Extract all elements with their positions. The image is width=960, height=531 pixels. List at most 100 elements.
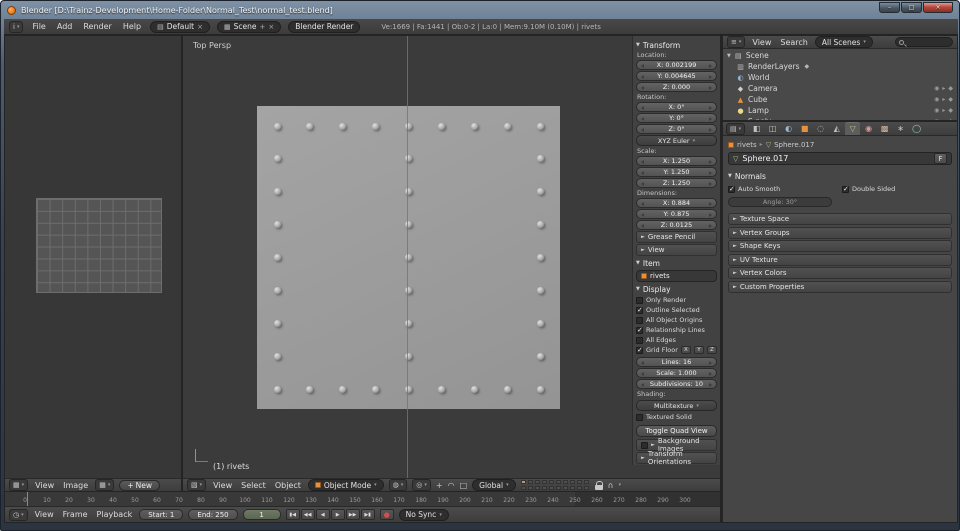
number-field-z[interactable]: Z: 0°: [636, 124, 717, 134]
layer-toggle-4[interactable]: [542, 480, 547, 484]
toggle-all-object-origins[interactable]: All Object Origins: [636, 315, 717, 325]
pivot-dropdown[interactable]: ◎▾: [412, 479, 431, 491]
menu-add[interactable]: Add: [55, 22, 75, 31]
current-frame-marker[interactable]: [27, 492, 28, 506]
tab-particles[interactable]: ∗: [893, 122, 908, 135]
tab-object-data[interactable]: ▽: [845, 122, 860, 135]
axis-toggle-z[interactable]: Z: [707, 346, 717, 354]
manipulator-scale-icon[interactable]: □: [460, 481, 468, 490]
panel-custom-properties[interactable]: ►Custom Properties: [728, 281, 952, 293]
number-field-z[interactable]: Z: 0.0125: [636, 220, 717, 230]
toggle-grid-floor[interactable]: Grid FloorXYZ: [636, 345, 717, 355]
toggle-only-render[interactable]: Only Render: [636, 295, 717, 305]
menu-file[interactable]: File: [30, 22, 47, 31]
select-toggle-icon[interactable]: ▸: [942, 85, 945, 92]
render-toggle-icon[interactable]: ◆: [948, 85, 953, 92]
panel-transform-orientations[interactable]: ►Transform Orientations: [636, 452, 717, 464]
layer-toggle-8[interactable]: [570, 480, 575, 484]
new-image-button[interactable]: +New: [119, 480, 160, 491]
viewport-3d[interactable]: Top Persp (1) rivets ▼Transform Location…: [183, 36, 720, 478]
number-field-scale[interactable]: Scale: 1.000: [636, 368, 717, 378]
menu-view[interactable]: View: [33, 481, 56, 490]
layer-toggle-1[interactable]: [521, 480, 526, 484]
outliner-item-lamp[interactable]: ●Lamp◉▸◆: [723, 105, 957, 116]
current-frame-field[interactable]: 1: [243, 509, 281, 520]
checkbox[interactable]: [641, 442, 648, 449]
sync-mode-dropdown[interactable]: No Sync▾: [399, 509, 449, 521]
toggle-outline-selected[interactable]: Outline Selected: [636, 305, 717, 315]
menu-help[interactable]: Help: [121, 22, 143, 31]
editor-type-button-info[interactable]: i▾: [9, 21, 23, 33]
checkbox[interactable]: [842, 186, 849, 193]
manipulator-translate-icon[interactable]: +: [436, 481, 443, 490]
number-field-y[interactable]: Y: 0.004645: [636, 71, 717, 81]
number-field-x[interactable]: X: 0.884: [636, 198, 717, 208]
shading-mode-dropdown[interactable]: Multitexture▾: [636, 400, 717, 411]
lock-icon[interactable]: [595, 481, 603, 490]
toggle-relationship-lines[interactable]: Relationship Lines: [636, 325, 717, 335]
hide-toggle-icon[interactable]: ◉: [934, 85, 939, 92]
outliner-item-s-poly[interactable]: ▲S-poly◉▸◆: [723, 116, 957, 120]
image-browse-button[interactable]: ▦▾: [95, 479, 114, 491]
number-field-z[interactable]: Z: 1.250: [636, 178, 717, 188]
outliner-item-world[interactable]: ◐World: [723, 72, 957, 83]
panel-vertex-colors[interactable]: ►Vertex Colors: [728, 267, 952, 279]
menu-search[interactable]: Search: [778, 38, 809, 47]
mode-dropdown[interactable]: Object Mode▾: [308, 479, 384, 491]
layer-toggle-17[interactable]: [563, 486, 568, 490]
tab-scene[interactable]: ◫: [765, 122, 780, 135]
number-field-x[interactable]: X: 0.002199: [636, 60, 717, 70]
layer-toggle-7[interactable]: [563, 480, 568, 484]
add-scene-icon[interactable]: +: [260, 23, 266, 31]
checkbox[interactable]: [636, 414, 643, 421]
tab-render[interactable]: ◧: [749, 122, 764, 135]
timeline-ruler[interactable]: 0102030405060708090100110120130140150160…: [5, 492, 720, 507]
jump-start-button[interactable]: ▮◀: [286, 509, 300, 520]
menu-view[interactable]: View: [211, 481, 234, 490]
tab-object[interactable]: ■: [797, 122, 812, 135]
screen-layout-selector[interactable]: ▤ Default ×: [150, 21, 210, 33]
tab-physics[interactable]: ◯: [909, 122, 924, 135]
number-field-y[interactable]: Y: 1.250: [636, 167, 717, 177]
select-toggle-icon[interactable]: ▸: [942, 107, 945, 114]
number-field-x[interactable]: X: 0°: [636, 102, 717, 112]
expand-icon[interactable]: ▼: [727, 53, 731, 59]
select-toggle-icon[interactable]: ▸: [942, 118, 945, 120]
tab-constraints[interactable]: ◌: [813, 122, 828, 135]
toggle-double-sided[interactable]: Double Sided: [842, 184, 952, 194]
tab-world[interactable]: ◐: [781, 122, 796, 135]
render-toggle-icon[interactable]: ◆: [948, 118, 953, 120]
minimize-button[interactable]: –: [879, 2, 900, 13]
menu-image[interactable]: Image: [61, 481, 90, 490]
layer-toggle-9[interactable]: [577, 480, 582, 484]
layer-toggle-20[interactable]: [584, 486, 589, 490]
render-camera-icon[interactable]: ◆: [805, 63, 810, 70]
layer-toggle-16[interactable]: [556, 486, 561, 490]
layer-toggle-5[interactable]: [549, 480, 554, 484]
layer-toggle-13[interactable]: [535, 486, 540, 490]
checkbox[interactable]: [636, 347, 643, 354]
panel-texture-space[interactable]: ►Texture Space: [728, 213, 952, 225]
prev-keyframe-button[interactable]: ◀◀: [301, 509, 315, 520]
tab-material[interactable]: ◉: [861, 122, 876, 135]
checkbox[interactable]: [636, 317, 643, 324]
checkbox[interactable]: [636, 327, 643, 334]
menu-view[interactable]: View: [33, 510, 56, 519]
hide-toggle-icon[interactable]: ◉: [934, 107, 939, 114]
toggle-quad-view-button[interactable]: Toggle Quad View: [636, 425, 717, 437]
render-engine-selector[interactable]: Blender Render: [288, 21, 360, 33]
object-name-field[interactable]: rivets: [636, 270, 717, 282]
tab-modifiers[interactable]: ◭: [829, 122, 844, 135]
outliner-search-input[interactable]: [895, 37, 953, 47]
riveted-plane-mesh[interactable]: [257, 106, 560, 409]
orientation-d2ropdown[interactable]: Global▾: [472, 479, 515, 491]
editor-type-button-properties[interactable]: ▤▾: [726, 123, 745, 135]
menu-view[interactable]: View: [750, 38, 773, 47]
menu-select[interactable]: Select: [239, 481, 268, 490]
render-toggle-icon[interactable]: ◆: [948, 107, 953, 114]
layer-toggle-12[interactable]: [528, 486, 533, 490]
number-field-y[interactable]: Y: 0°: [636, 113, 717, 123]
rotation-mode-dropdown[interactable]: XYZ Euler▾: [636, 135, 717, 146]
axis-toggle-y[interactable]: Y: [694, 346, 704, 354]
checkbox[interactable]: [728, 186, 735, 193]
